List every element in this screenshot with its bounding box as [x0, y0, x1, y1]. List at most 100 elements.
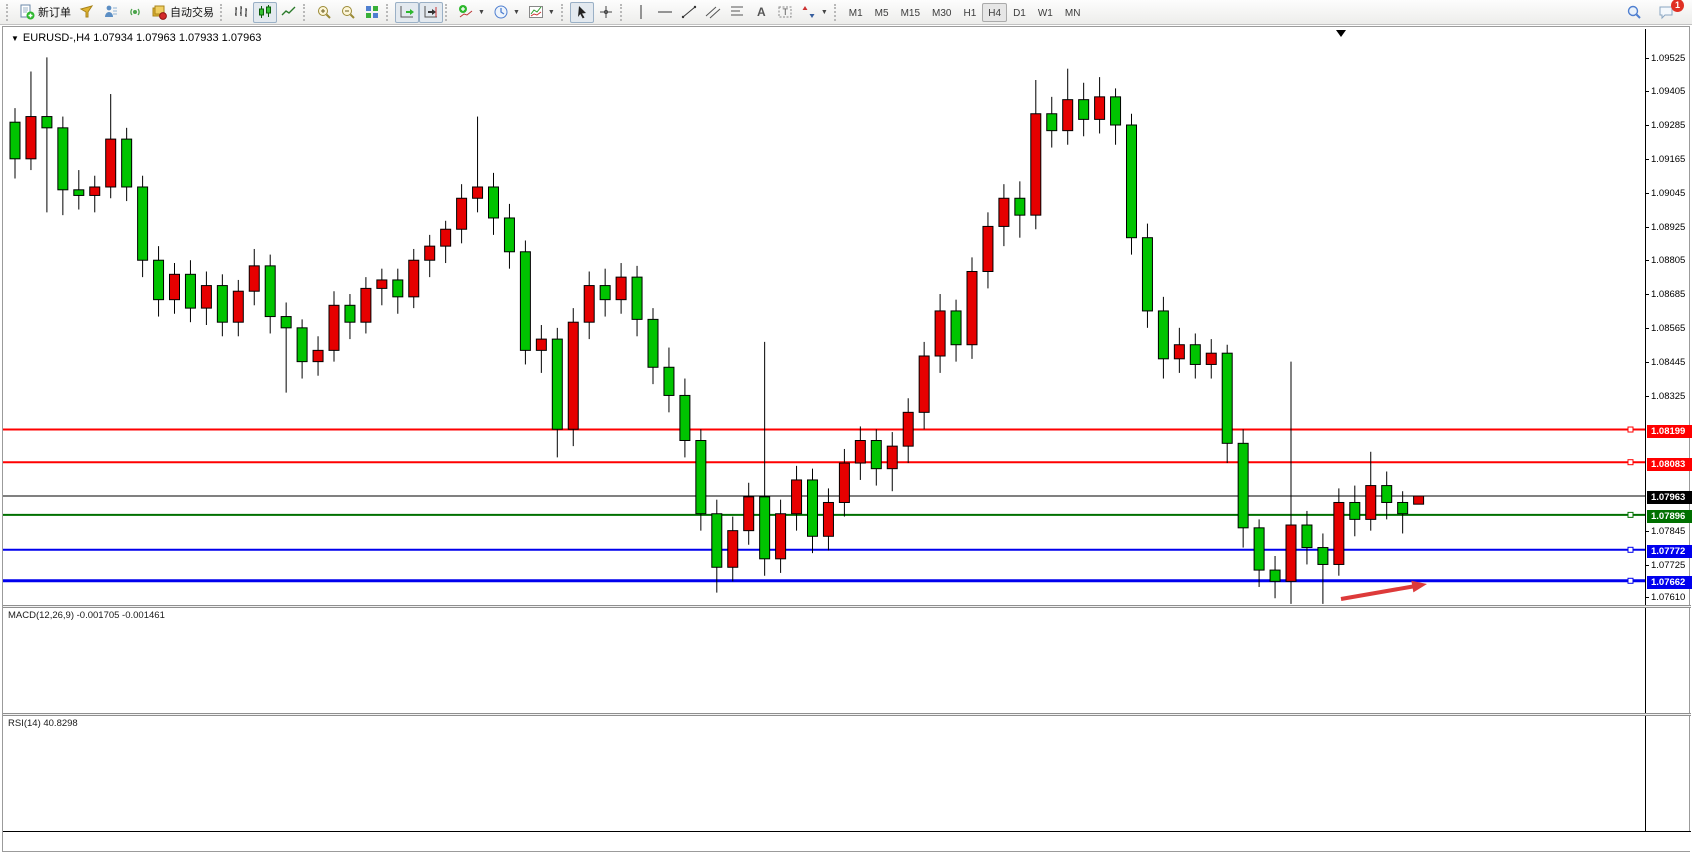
toolbar-grip[interactable]	[6, 4, 11, 21]
line-chart-icon	[281, 4, 297, 20]
line-chart-button[interactable]	[277, 2, 301, 23]
text-label-button[interactable]: T	[773, 2, 797, 23]
price-tick: 1.07845	[1651, 526, 1685, 537]
price-tick: 1.08805	[1651, 255, 1685, 266]
candlestick-chart-icon	[257, 4, 273, 20]
search-icon	[1626, 4, 1642, 20]
price-tick: 1.07610	[1651, 592, 1685, 603]
periods-icon	[493, 4, 509, 20]
rsi-panel[interactable]	[3, 716, 1645, 831]
tile-windows-icon	[364, 4, 380, 20]
horizontal-line-icon	[657, 4, 673, 20]
chevron-down-icon: ▼	[548, 9, 555, 16]
price-tick: 1.09405	[1651, 86, 1685, 97]
chevron-down-icon: ▼	[513, 9, 520, 16]
text-label-icon: T	[777, 4, 793, 20]
signals-button[interactable]	[123, 2, 147, 23]
timeframe-H1-button[interactable]: H1	[957, 3, 982, 22]
chart-shift-icon	[423, 4, 439, 20]
price-tick: 1.08685	[1651, 289, 1685, 300]
chart-shift-marker[interactable]	[1336, 30, 1346, 37]
price-tick: 1.09165	[1651, 154, 1685, 165]
price-tick: 1.08565	[1651, 323, 1685, 334]
cursor-button[interactable]	[570, 2, 594, 23]
candlestick-chart[interactable]	[3, 29, 1645, 605]
bar-chart-icon	[233, 4, 249, 20]
price-badge-1.07772: 1.07772	[1647, 545, 1692, 558]
toolbar-grip[interactable]	[386, 4, 391, 21]
line-handle[interactable]	[1628, 512, 1633, 517]
price-tick: 1.09045	[1651, 188, 1685, 199]
indicators-icon	[458, 4, 474, 20]
quotes-icon	[79, 4, 95, 20]
price-badge-1.08199: 1.08199	[1647, 425, 1692, 438]
arrows-button[interactable]: ▼	[797, 2, 832, 23]
quotes-button[interactable]	[75, 2, 99, 23]
price-tick: 1.08325	[1651, 391, 1685, 402]
line-handle[interactable]	[1628, 578, 1633, 583]
new-order-icon	[19, 4, 35, 20]
toolbar-grip[interactable]	[620, 4, 625, 21]
text-button[interactable]: A	[749, 2, 773, 23]
strategy-tester-button[interactable]	[99, 2, 123, 23]
chevron-down-icon: ▼	[478, 9, 485, 16]
equidistant-channel-button[interactable]	[701, 2, 725, 23]
crosshair-button[interactable]	[594, 2, 618, 23]
line-handle[interactable]	[1628, 460, 1633, 465]
search-button[interactable]	[1622, 2, 1646, 23]
equidistant-channel-icon	[705, 4, 721, 20]
fibonacci-button[interactable]	[725, 2, 749, 23]
periods-button[interactable]: ▼	[489, 2, 524, 23]
toolbar-grip[interactable]	[561, 4, 566, 21]
zoom-out-button[interactable]	[336, 2, 360, 23]
toolbar-grip[interactable]	[220, 4, 225, 21]
auto-trading-button[interactable]: 自动交易	[147, 2, 218, 23]
svg-text:T: T	[782, 7, 788, 17]
zoom-in-button[interactable]	[312, 2, 336, 23]
toolbar-grip[interactable]	[303, 4, 308, 21]
tile-windows-button[interactable]	[360, 2, 384, 23]
arrow-annotation[interactable]	[1341, 581, 1427, 599]
vertical-line-icon	[633, 4, 649, 20]
timeframe-M1-button[interactable]: M1	[843, 3, 869, 22]
auto-scroll-button[interactable]	[395, 2, 419, 23]
vertical-line-button[interactable]	[629, 2, 653, 23]
timeframe-H4-button[interactable]: H4	[982, 3, 1007, 22]
chart-window[interactable]: ▼ EURUSD-,H4 1.07934 1.07963 1.07933 1.0…	[2, 26, 1690, 852]
chat-button[interactable]: 1	[1654, 2, 1678, 23]
zoom-in-icon	[316, 4, 332, 20]
new-order-button[interactable]: 新订单	[15, 2, 75, 23]
macd-label: MACD(12,26,9) -0.001705 -0.001461	[8, 610, 165, 621]
fibonacci-icon	[729, 4, 745, 20]
strategy-tester-icon	[103, 4, 119, 20]
timeframe-M30-button[interactable]: M30	[926, 3, 957, 22]
line-handle[interactable]	[1628, 547, 1633, 552]
timeframe-MN-button[interactable]: MN	[1059, 3, 1087, 22]
timeframe-D1-button[interactable]: D1	[1007, 3, 1032, 22]
timeframe-W1-button[interactable]: W1	[1032, 3, 1059, 22]
candlestick-chart-button[interactable]	[253, 2, 277, 23]
signals-icon	[127, 4, 143, 20]
price-tick: 1.07725	[1651, 560, 1685, 571]
horizontal-line-button[interactable]	[653, 2, 677, 23]
templates-icon	[528, 4, 544, 20]
toolbar-grip[interactable]	[834, 4, 839, 21]
new-order-button-label: 新订单	[38, 4, 71, 20]
indicators-button[interactable]: ▼	[454, 2, 489, 23]
price-tick: 1.08445	[1651, 357, 1685, 368]
macd-panel[interactable]	[3, 608, 1645, 712]
rsi-label: RSI(14) 40.8298	[8, 718, 78, 729]
auto-scroll-icon	[399, 4, 415, 20]
bar-chart-button[interactable]	[229, 2, 253, 23]
crosshair-icon	[598, 4, 614, 20]
timeframe-M15-button[interactable]: M15	[895, 3, 926, 22]
chart-shift-button[interactable]	[419, 2, 443, 23]
trendline-button[interactable]	[677, 2, 701, 23]
trendline-icon	[681, 4, 697, 20]
time-axis[interactable]	[3, 831, 1691, 851]
templates-button[interactable]: ▼	[524, 2, 559, 23]
cursor-icon	[574, 4, 590, 20]
line-handle[interactable]	[1628, 427, 1633, 432]
timeframe-M5-button[interactable]: M5	[869, 3, 895, 22]
toolbar-grip[interactable]	[445, 4, 450, 21]
